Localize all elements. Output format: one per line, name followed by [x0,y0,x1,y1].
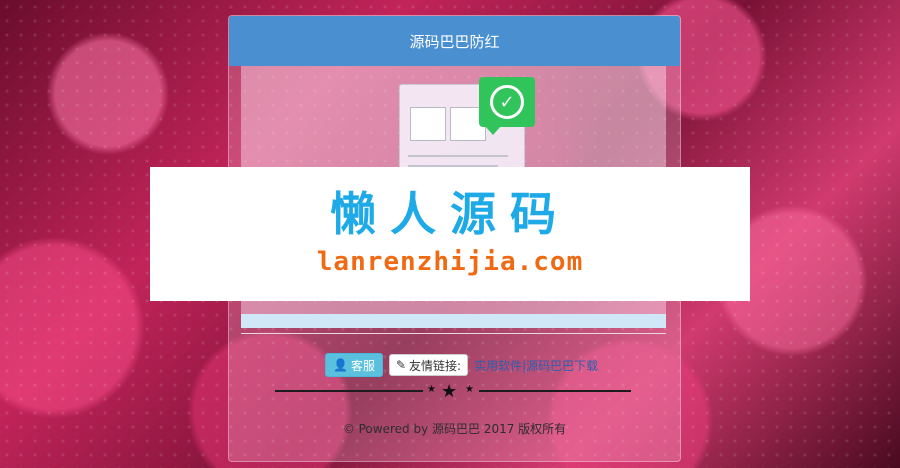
watermark-title: 懒人源码 [330,187,570,241]
text-line [408,155,508,157]
divider-bar-left [275,390,423,392]
info-strip [241,314,666,328]
image-placeholder [410,107,446,141]
pencil-icon: ✎ [395,358,407,372]
action-row: 👤 客服 ✎ 友情链接: 实用软件|源码巴巴下载 [325,353,598,377]
watermark-url: lanrenzhijia.com [316,247,584,277]
panel-header: 源码巴巴防红 [229,16,680,66]
divider-line [241,333,666,334]
star-icon: ★ [465,384,474,395]
kefu-button[interactable]: 👤 客服 [325,353,383,377]
watermark-banner: 懒人源码 lanrenzhijia.com [150,167,750,301]
check-circle-icon: ✓ [490,85,524,119]
kefu-label: 客服 [350,358,375,373]
check-bubble: ✓ [479,77,535,135]
page-title: 源码巴巴防红 [409,32,500,51]
friend-links-box: ✎ 友情链接: [388,354,469,376]
user-icon: 👤 [333,358,348,372]
star-divider: ★ ★ ★ [275,381,631,402]
star-icon: ★ [427,384,436,395]
star-icon: ★ [441,381,458,402]
friend-link[interactable]: 实用软件|源码巴巴下载 [474,357,598,374]
divider-bar-right [479,390,631,392]
friend-links-label: 友情链接: [409,358,462,373]
footer-text: © Powered by 源码巴巴 2017 版权所有 [342,422,567,436]
